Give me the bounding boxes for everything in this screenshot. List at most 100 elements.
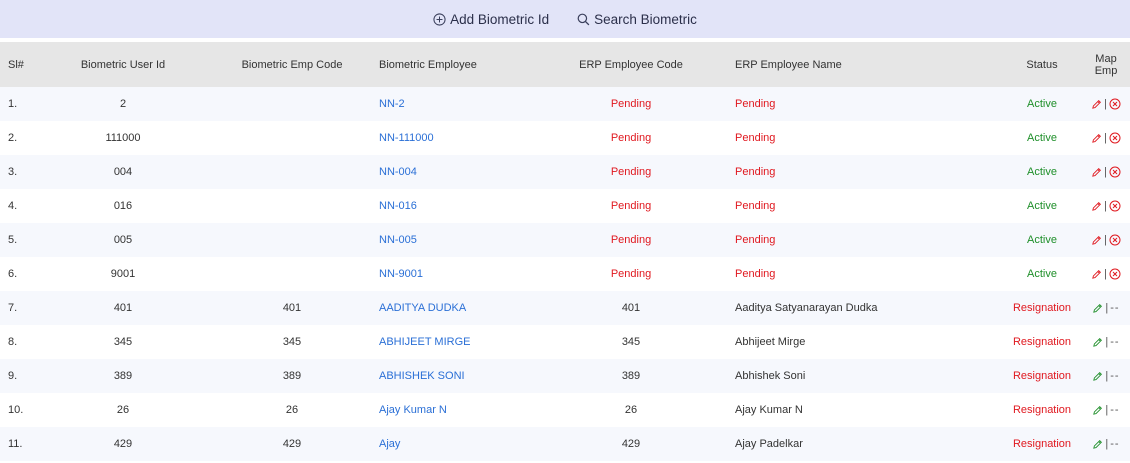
cell-erp-employee-code: Pending bbox=[610, 98, 652, 110]
status-badge: Active bbox=[1027, 132, 1057, 144]
cell-sl: 1. bbox=[8, 98, 18, 110]
separator: | bbox=[1105, 302, 1109, 315]
edit-icon[interactable] bbox=[1091, 99, 1102, 110]
table-row: 1. 2 NN-2 Pending Pending Active | bbox=[0, 87, 1130, 121]
cell-map-emp: | -- bbox=[1082, 359, 1130, 393]
cell-erp-employee-code: Pending bbox=[610, 166, 652, 178]
cell-map-emp: | -- bbox=[1082, 325, 1130, 359]
edit-icon[interactable] bbox=[1092, 337, 1103, 348]
cell-biometric-user-id: 9001 bbox=[110, 268, 136, 280]
cell-erp-employee-name: Pending bbox=[735, 166, 776, 178]
cell-map-emp: | bbox=[1082, 155, 1130, 189]
cell-biometric-user-id: 004 bbox=[113, 166, 133, 178]
separator: | bbox=[1105, 438, 1109, 451]
table-row: 5. 005 NN-005 Pending Pending Active | bbox=[0, 223, 1130, 257]
edit-icon[interactable] bbox=[1092, 439, 1103, 450]
status-badge: Resignation bbox=[1012, 438, 1072, 450]
cell-erp-employee-code: Pending bbox=[610, 132, 652, 144]
remove-icon[interactable] bbox=[1109, 268, 1121, 280]
no-action-text: -- bbox=[1110, 336, 1120, 349]
separator: | bbox=[1104, 200, 1107, 213]
separator: | bbox=[1105, 336, 1109, 349]
edit-icon[interactable] bbox=[1091, 167, 1102, 178]
biometric-table: Sl# Biometric User Id Biometric Emp Code… bbox=[0, 42, 1130, 461]
separator: | bbox=[1105, 370, 1109, 383]
table-row: 6. 9001 NN-9001 Pending Pending Active | bbox=[0, 257, 1130, 291]
edit-icon[interactable] bbox=[1091, 235, 1102, 246]
cell-biometric-emp-code: 345 bbox=[282, 336, 302, 348]
biometric-employee-link[interactable]: AADITYA DUDKA bbox=[379, 302, 466, 314]
remove-icon[interactable] bbox=[1109, 132, 1121, 144]
status-badge: Active bbox=[1027, 268, 1057, 280]
header-erp-employee-name: ERP Employee Name bbox=[735, 58, 842, 71]
cell-erp-employee-code: 389 bbox=[621, 370, 641, 382]
separator: | bbox=[1104, 98, 1107, 111]
cell-biometric-emp-code: 389 bbox=[282, 370, 302, 382]
search-biometric-button[interactable]: Search Biometric bbox=[577, 12, 697, 27]
separator: | bbox=[1104, 132, 1107, 145]
biometric-employee-link[interactable]: NN-005 bbox=[379, 234, 417, 246]
biometric-employee-link[interactable]: ABHIJEET MIRGE bbox=[379, 336, 470, 348]
remove-icon[interactable] bbox=[1109, 98, 1121, 110]
cell-biometric-emp-code: 401 bbox=[282, 302, 302, 314]
cell-biometric-user-id: 016 bbox=[113, 200, 133, 212]
cell-erp-employee-name: Abhishek Soni bbox=[735, 370, 806, 382]
edit-icon[interactable] bbox=[1091, 201, 1102, 212]
header-biometric-user-id: Biometric User Id bbox=[80, 58, 166, 71]
cell-map-emp: | -- bbox=[1082, 291, 1130, 325]
edit-icon[interactable] bbox=[1092, 303, 1103, 314]
table-row: 10. 26 26 Ajay Kumar N 26 Ajay Kumar N Resigna… bbox=[0, 393, 1130, 427]
separator: | bbox=[1104, 268, 1107, 281]
biometric-employee-link[interactable]: NN-2 bbox=[379, 98, 405, 110]
cell-erp-employee-name: Pending bbox=[735, 200, 776, 212]
search-icon bbox=[577, 13, 590, 26]
remove-icon[interactable] bbox=[1109, 166, 1121, 178]
cell-biometric-user-id: 005 bbox=[113, 234, 133, 246]
separator: | bbox=[1104, 234, 1107, 247]
header-map-emp: Map Emp bbox=[1094, 52, 1118, 77]
cell-map-emp: | bbox=[1082, 87, 1130, 121]
cell-biometric-emp-code: 429 bbox=[282, 438, 302, 450]
table-row: 8. 345 345 ABHIJEET MIRGE 345 Abhijeet Mirge R… bbox=[0, 325, 1130, 359]
table-row: 2. 111000 NN-111000 Pending Pending Active | bbox=[0, 121, 1130, 155]
cell-sl: 2. bbox=[8, 132, 18, 144]
cell-sl: 6. bbox=[8, 268, 18, 280]
biometric-employee-link[interactable]: NN-016 bbox=[379, 200, 417, 212]
cell-biometric-emp-code: 26 bbox=[285, 404, 299, 416]
edit-icon[interactable] bbox=[1091, 269, 1102, 280]
biometric-employee-link[interactable]: NN-9001 bbox=[379, 268, 423, 280]
separator: | bbox=[1105, 404, 1109, 417]
cell-sl: 4. bbox=[8, 200, 18, 212]
cell-biometric-user-id: 401 bbox=[113, 302, 133, 314]
cell-sl: 8. bbox=[8, 336, 18, 348]
edit-icon[interactable] bbox=[1092, 405, 1103, 416]
cell-erp-employee-code: 26 bbox=[624, 404, 638, 416]
status-badge: Resignation bbox=[1012, 302, 1072, 314]
cell-biometric-emp-code bbox=[206, 87, 378, 121]
header-biometric-employee: Biometric Employee bbox=[379, 58, 477, 71]
table-header-row: Sl# Biometric User Id Biometric Emp Code… bbox=[0, 42, 1130, 87]
cell-erp-employee-name: Pending bbox=[735, 234, 776, 246]
cell-biometric-user-id: 389 bbox=[113, 370, 133, 382]
add-biometric-button[interactable]: Add Biometric Id bbox=[433, 12, 549, 27]
cell-biometric-user-id: 345 bbox=[113, 336, 133, 348]
status-badge: Resignation bbox=[1012, 404, 1072, 416]
remove-icon[interactable] bbox=[1109, 234, 1121, 246]
remove-icon[interactable] bbox=[1109, 200, 1121, 212]
biometric-employee-link[interactable]: NN-004 bbox=[379, 166, 417, 178]
cell-sl: 3. bbox=[8, 166, 18, 178]
status-badge: Active bbox=[1027, 98, 1057, 110]
add-biometric-label: Add Biometric Id bbox=[450, 11, 550, 27]
edit-icon[interactable] bbox=[1091, 133, 1102, 144]
biometric-employee-link[interactable]: ABHISHEK SONI bbox=[379, 370, 465, 382]
biometric-employee-link[interactable]: Ajay Kumar N bbox=[379, 404, 447, 416]
edit-icon[interactable] bbox=[1092, 371, 1103, 382]
cell-map-emp: | -- bbox=[1082, 427, 1130, 461]
no-action-text: -- bbox=[1110, 438, 1120, 451]
biometric-employee-link[interactable]: NN-111000 bbox=[379, 132, 434, 144]
cell-map-emp: | -- bbox=[1082, 393, 1130, 427]
table-row: 4. 016 NN-016 Pending Pending Active | bbox=[0, 189, 1130, 223]
table-row: 7. 401 401 AADITYA DUDKA 401 Aaditya Satyanar… bbox=[0, 291, 1130, 325]
biometric-employee-link[interactable]: Ajay bbox=[379, 438, 400, 450]
cell-biometric-user-id: 429 bbox=[113, 438, 133, 450]
